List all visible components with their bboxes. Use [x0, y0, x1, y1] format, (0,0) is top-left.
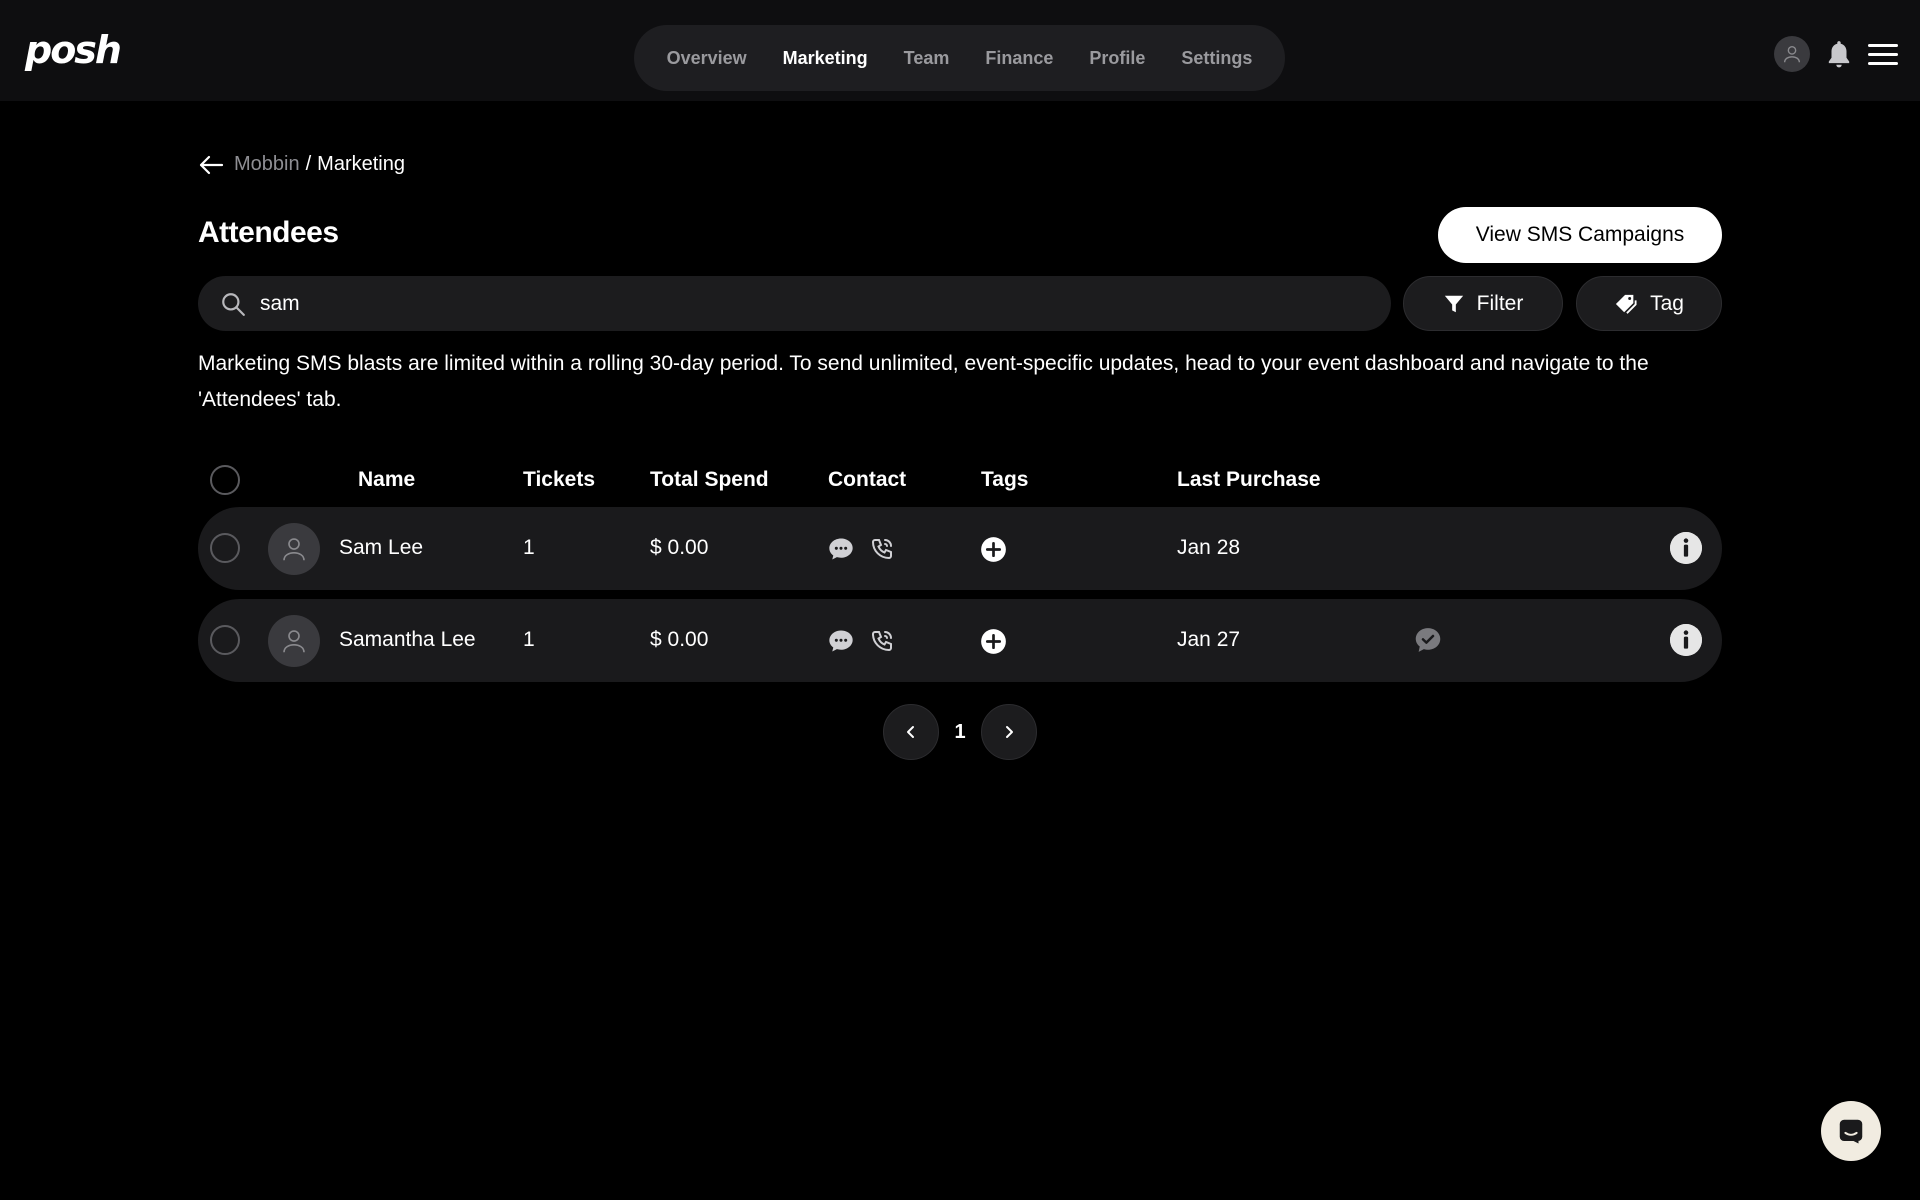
search-icon [222, 292, 245, 316]
page-title: Attendees [198, 216, 339, 249]
sms-sent-check-icon [1412, 624, 1444, 656]
hamburger-menu-icon[interactable] [1868, 39, 1898, 69]
header-actions [1774, 36, 1898, 72]
attendee-tickets: 1 [523, 536, 535, 559]
filter-icon [1444, 295, 1463, 312]
attendee-name[interactable]: Samantha Lee [339, 628, 476, 652]
nav-team[interactable]: Team [904, 48, 950, 69]
bell-icon[interactable] [1824, 37, 1854, 71]
filter-label: Filter [1476, 291, 1524, 315]
sms-chat-icon[interactable] [827, 627, 855, 655]
attendee-last-purchase: Jan 27 [1177, 628, 1241, 651]
breadcrumb-parent[interactable]: Mobbin [234, 153, 300, 176]
phone-call-icon[interactable] [868, 627, 896, 655]
column-tickets[interactable]: Tickets [523, 468, 595, 492]
pagination: 1 [883, 704, 1037, 760]
breadcrumb-separator: / [305, 153, 312, 175]
next-page-button[interactable] [981, 704, 1037, 760]
sms-chat-icon[interactable] [827, 535, 855, 563]
row-select-radio[interactable] [210, 625, 240, 655]
posh-logo[interactable]: posh [25, 30, 122, 70]
sms-limit-notice: Marketing SMS blasts are limited within … [198, 352, 1649, 411]
add-tag-icon[interactable] [979, 627, 1007, 655]
attendee-avatar [268, 615, 320, 667]
attendee-tickets: 1 [523, 628, 535, 651]
breadcrumb-current: Marketing [317, 153, 405, 175]
table-row[interactable]: Sam Lee 1 $ 0.00 Jan 28 [198, 507, 1722, 590]
nav-marketing[interactable]: Marketing [783, 48, 868, 69]
column-contact: Contact [828, 468, 907, 491]
nav-settings[interactable]: Settings [1181, 48, 1252, 69]
select-all-radio[interactable] [210, 465, 240, 495]
top-bar: posh Overview Marketing Team Finance Pro… [0, 0, 1920, 101]
column-name[interactable]: Name [358, 468, 415, 492]
search-bar [198, 276, 1391, 331]
breadcrumb: Mobbin / Marketing [198, 153, 405, 176]
support-chat-button[interactable] [1821, 1101, 1881, 1161]
nav-overview[interactable]: Overview [667, 48, 747, 69]
nav-finance[interactable]: Finance [985, 48, 1053, 69]
main-nav: Overview Marketing Team Finance Profile … [634, 25, 1285, 91]
current-page-number[interactable]: 1 [939, 721, 981, 744]
table-row[interactable]: Samantha Lee 1 $ 0.00 Jan 27 [198, 599, 1722, 682]
attendee-total-spend: $ 0.00 [650, 628, 709, 651]
add-tag-icon[interactable] [979, 535, 1007, 563]
column-total-spend[interactable]: Total Spend [650, 468, 769, 492]
attendee-total-spend: $ 0.00 [650, 536, 709, 559]
column-last-purchase[interactable]: Last Purchase [1177, 468, 1321, 492]
column-tags: Tags [981, 468, 1029, 491]
row-select-radio[interactable] [210, 533, 240, 563]
attendee-name[interactable]: Sam Lee [339, 536, 423, 560]
back-arrow-icon[interactable] [198, 154, 224, 176]
phone-call-icon[interactable] [868, 535, 896, 563]
tag-label: Tag [1650, 291, 1684, 315]
filter-button[interactable]: Filter [1403, 276, 1563, 331]
tag-button[interactable]: Tag [1576, 276, 1722, 331]
info-icon[interactable] [1670, 532, 1702, 564]
search-input[interactable] [260, 291, 1360, 316]
attendee-avatar [268, 523, 320, 575]
user-avatar-icon[interactable] [1774, 36, 1810, 72]
chat-support-icon [1839, 1119, 1863, 1144]
tag-icon [1615, 294, 1637, 314]
nav-profile[interactable]: Profile [1089, 48, 1145, 69]
info-icon[interactable] [1670, 624, 1702, 656]
chevron-left-icon [907, 726, 914, 738]
attendee-last-purchase: Jan 28 [1177, 536, 1241, 559]
view-sms-campaigns-button[interactable]: View SMS Campaigns [1438, 207, 1722, 263]
table-header: Name Tickets Total Spend Contact Tags La… [198, 462, 1722, 498]
chevron-right-icon [1006, 726, 1013, 738]
previous-page-button[interactable] [883, 704, 939, 760]
